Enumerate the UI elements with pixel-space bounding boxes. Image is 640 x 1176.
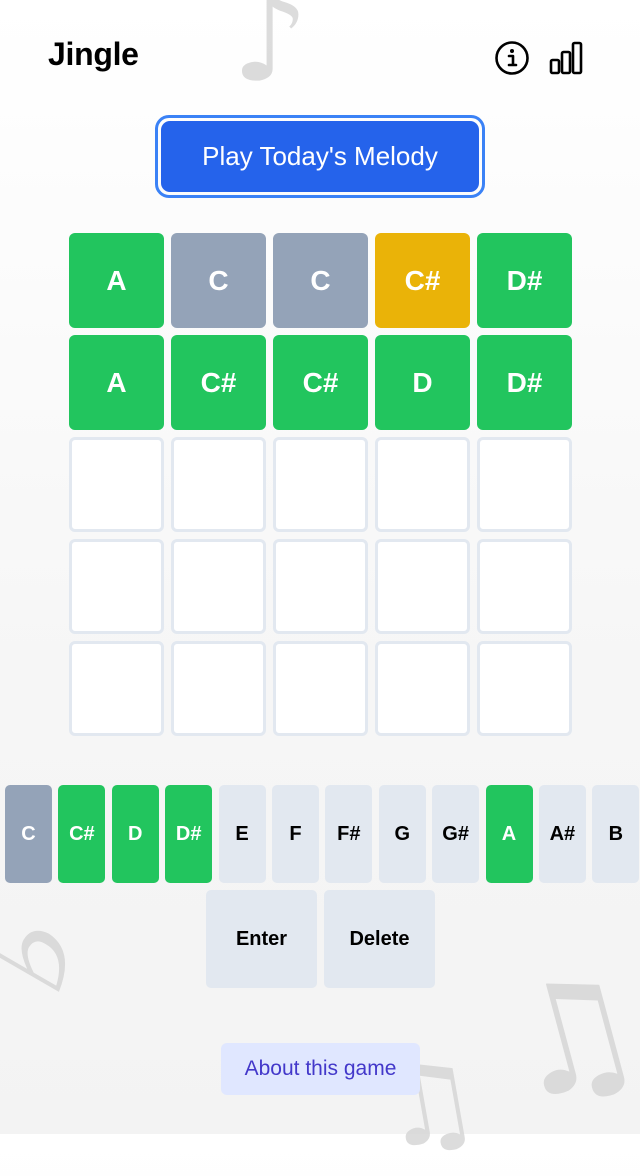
empty-tile — [375, 641, 470, 736]
guess-tile: D# — [477, 233, 572, 328]
guess-tile: C# — [273, 335, 368, 430]
guess-tile: C — [171, 233, 266, 328]
guess-board: A C C C# D# A C# C# D D# — [69, 233, 572, 736]
header: Jingle — [0, 0, 640, 115]
note-key-b[interactable]: B — [592, 785, 640, 883]
empty-tile — [375, 437, 470, 532]
guess-tile: D# — [477, 335, 572, 430]
empty-tile — [375, 539, 470, 634]
empty-tile — [171, 539, 266, 634]
empty-tile — [273, 641, 368, 736]
about-game-button[interactable]: About this game — [221, 1043, 420, 1095]
note-key-c[interactable]: C — [5, 785, 52, 883]
guess-tile: A — [69, 335, 164, 430]
empty-tile — [171, 641, 266, 736]
empty-tile — [273, 539, 368, 634]
guess-tile: C — [273, 233, 368, 328]
note-key-d[interactable]: D — [111, 785, 159, 883]
guess-tile: C# — [171, 335, 266, 430]
guess-tile: C# — [375, 233, 470, 328]
note-key-f[interactable]: F — [271, 785, 319, 883]
empty-tile — [477, 437, 572, 532]
note-key-g-sharp[interactable]: G# — [432, 785, 480, 883]
empty-tile — [69, 641, 164, 736]
play-button-focus-ring: Play Today's Melody — [155, 115, 485, 198]
empty-tile — [69, 437, 164, 532]
empty-tile — [477, 539, 572, 634]
info-icon[interactable] — [492, 38, 532, 78]
action-keys: Enter Delete — [206, 890, 435, 988]
play-melody-button[interactable]: Play Today's Melody — [161, 121, 479, 192]
note-key-g[interactable]: G — [378, 785, 426, 883]
note-key-a-sharp[interactable]: A# — [538, 785, 586, 883]
stats-icon[interactable] — [546, 38, 586, 78]
note-key-c-sharp[interactable]: C# — [58, 785, 106, 883]
note-keyboard: C C# D D# E F F# G G# A A# B — [5, 785, 640, 883]
empty-tile — [171, 437, 266, 532]
note-key-f-sharp[interactable]: F# — [325, 785, 373, 883]
note-key-d-sharp[interactable]: D# — [165, 785, 213, 883]
guess-tile: D — [375, 335, 470, 430]
guess-tile: A — [69, 233, 164, 328]
empty-tile — [477, 641, 572, 736]
enter-button[interactable]: Enter — [206, 890, 317, 988]
delete-button[interactable]: Delete — [324, 890, 435, 988]
note-key-a[interactable]: A — [485, 785, 533, 883]
flat-icon: ♭ — [0, 872, 119, 1022]
empty-tile — [273, 437, 368, 532]
beamed-notes-icon: ♫ — [484, 935, 640, 1139]
app-title: Jingle — [48, 36, 139, 72]
note-key-e[interactable]: E — [218, 785, 266, 883]
empty-tile — [69, 539, 164, 634]
